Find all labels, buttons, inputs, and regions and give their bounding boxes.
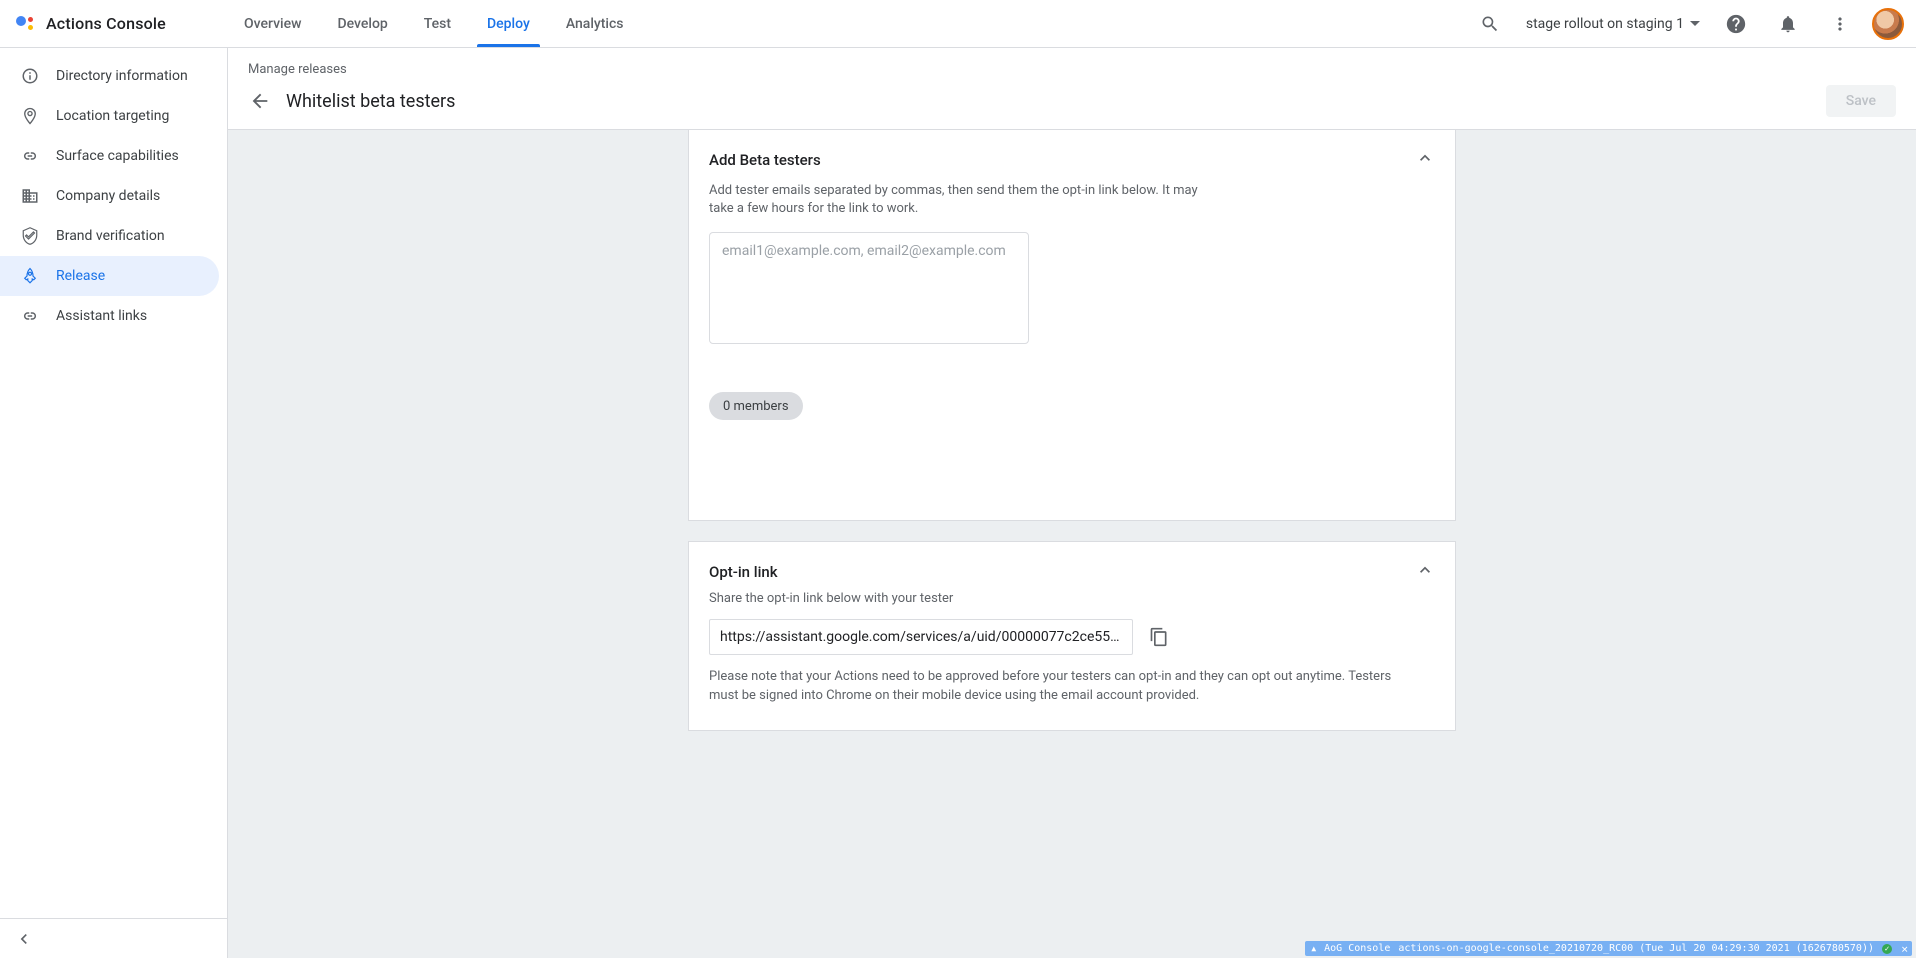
chevron-up-icon[interactable]: ▲: [1311, 944, 1316, 953]
sidebar-item-label: Assistant links: [56, 308, 147, 324]
content-scroll[interactable]: Add Beta testers Add tester emails separ…: [228, 130, 1916, 958]
sidebar-item-company-details[interactable]: Company details: [0, 176, 219, 216]
collapse-card-button[interactable]: [1415, 560, 1435, 584]
card-title-add-testers: Add Beta testers: [709, 151, 1415, 169]
topbar-actions: stage rollout on staging 1: [1470, 4, 1904, 44]
back-button[interactable]: [248, 89, 272, 113]
app-title: Actions Console: [46, 14, 166, 33]
debug-name: AoG Console: [1324, 943, 1390, 954]
tab-overview[interactable]: Overview: [226, 0, 319, 47]
project-name: stage rollout on staging 1: [1526, 16, 1684, 32]
subheader: Manage releases Whitelist beta testers S…: [228, 48, 1916, 130]
debug-build: actions-on-google-console_20210720_RC00 …: [1398, 943, 1874, 954]
sidebar-item-brand-verification[interactable]: Brand verification: [0, 216, 219, 256]
sidebar-item-label: Release: [56, 268, 105, 284]
optin-link-input[interactable]: [709, 619, 1133, 655]
tab-analytics[interactable]: Analytics: [548, 0, 642, 47]
info-icon: [20, 66, 40, 86]
optin-note: Please note that your Actions need to be…: [709, 667, 1409, 706]
search-icon[interactable]: [1470, 4, 1510, 44]
tester-emails-input[interactable]: [709, 232, 1029, 344]
page-title: Whitelist beta testers: [286, 91, 1812, 112]
check-icon: ✓: [1882, 944, 1892, 954]
collapse-card-button[interactable]: [1415, 148, 1435, 172]
sidebar-item-label: Brand verification: [56, 228, 165, 244]
card-title-optin: Opt-in link: [709, 563, 1415, 581]
business-icon: [20, 186, 40, 206]
notifications-icon[interactable]: [1768, 4, 1808, 44]
save-button[interactable]: Save: [1826, 85, 1896, 117]
card-optin-link: Opt-in link Share the opt-in link below …: [688, 541, 1456, 730]
top-bar: Actions Console Overview Develop Test De…: [0, 0, 1916, 48]
sidebar-item-directory-information[interactable]: Directory information: [0, 56, 219, 96]
main-tabs: Overview Develop Test Deploy Analytics: [226, 0, 641, 47]
sidebar: Directory information Location targeting…: [0, 48, 228, 958]
link-icon: [20, 306, 40, 326]
sidebar-item-assistant-links[interactable]: Assistant links: [0, 296, 219, 336]
project-dropdown[interactable]: stage rollout on staging 1: [1522, 16, 1704, 32]
sidebar-item-label: Directory information: [56, 68, 188, 84]
card-description: Share the opt-in link below with your te…: [709, 590, 1209, 608]
collapse-sidebar-button[interactable]: [8, 923, 40, 955]
members-chip[interactable]: 0 members: [709, 392, 803, 420]
sidebar-item-label: Location targeting: [56, 108, 169, 124]
verified-icon: [20, 226, 40, 246]
tab-test[interactable]: Test: [406, 0, 469, 47]
breadcrumb[interactable]: Manage releases: [248, 62, 1896, 77]
copy-icon[interactable]: [1147, 625, 1171, 649]
sidebar-item-label: Company details: [56, 188, 160, 204]
card-description: Add tester emails separated by commas, t…: [709, 182, 1209, 218]
overflow-menu-icon[interactable]: [1820, 4, 1860, 44]
dropdown-arrow-icon: [1690, 21, 1700, 26]
sidebar-item-release[interactable]: Release: [0, 256, 219, 296]
debug-bar: ▲ AoG Console actions-on-google-console_…: [1305, 941, 1912, 956]
assistant-logo-icon: [16, 14, 36, 34]
card-add-beta-testers: Add Beta testers Add tester emails separ…: [688, 130, 1456, 521]
tab-deploy[interactable]: Deploy: [469, 0, 548, 47]
location-icon: [20, 106, 40, 126]
logo-home[interactable]: Actions Console: [16, 14, 226, 34]
rocket-icon: [20, 266, 40, 286]
sidebar-item-location-targeting[interactable]: Location targeting: [0, 96, 219, 136]
sidebar-item-label: Surface capabilities: [56, 148, 179, 164]
link-icon: [20, 146, 40, 166]
tab-develop[interactable]: Develop: [319, 0, 405, 47]
sidebar-item-surface-capabilities[interactable]: Surface capabilities: [0, 136, 219, 176]
main-panel: Manage releases Whitelist beta testers S…: [228, 48, 1916, 958]
help-icon[interactable]: [1716, 4, 1756, 44]
avatar[interactable]: [1872, 8, 1904, 40]
close-icon[interactable]: ✕: [1901, 942, 1908, 955]
